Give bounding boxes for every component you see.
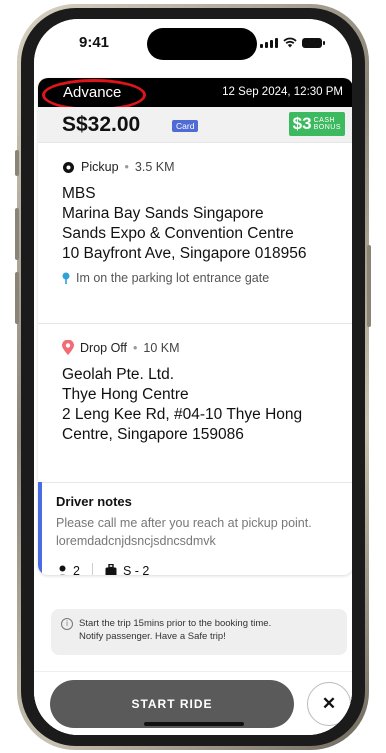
passenger-count: 2 xyxy=(73,564,80,575)
dropoff-heading: Drop Off • 10 KM xyxy=(62,340,352,355)
status-icons xyxy=(260,37,325,48)
info-line-1: Start the trip 15mins prior to the booki… xyxy=(79,618,272,629)
status-time: 9:41 xyxy=(79,34,110,51)
start-ride-button[interactable]: START RIDE xyxy=(50,680,294,728)
pickup-label: Pickup xyxy=(81,160,119,174)
booking-header: Advance 12 Sep 2024, 12:30 PM xyxy=(38,78,352,111)
fare-amount: S$32.00 xyxy=(62,113,141,136)
pickup-distance: 3.5 KM xyxy=(134,160,175,174)
meta-separator xyxy=(91,563,93,575)
phone-screen: 9:41 Advance 12 Sep 2024, 12:30 PM S$32.… xyxy=(34,19,352,735)
info-line-2: Notify passenger. Have a Safe trip! xyxy=(79,630,226,642)
driver-notes-text: Please call me after you reach at pickup… xyxy=(56,516,312,548)
mute-switch xyxy=(15,150,19,176)
home-indicator[interactable] xyxy=(144,722,244,726)
dropoff-address: Geolah Pte. Ltd. Thye Hong Centre 2 Leng… xyxy=(62,365,352,445)
luggage-count: S - 2 xyxy=(122,564,150,575)
power-button xyxy=(367,245,371,327)
location-pin-icon xyxy=(62,272,70,284)
fare-row: S$32.00 Card $3 CASH BONUS xyxy=(38,107,352,143)
status-bar: 9:41 xyxy=(34,19,352,71)
pickup-address: MBS Marina Bay Sands Singapore Sands Exp… xyxy=(62,184,352,264)
dropoff-address-line: Thye Hong Centre xyxy=(62,386,189,403)
separator-dot: • xyxy=(133,340,138,355)
pickup-note: Im on the parking lot entrance gate xyxy=(62,271,352,285)
dropoff-address-line: 2 Leng Kee Rd, #04-10 Thye Hong xyxy=(62,406,303,423)
wifi-icon xyxy=(283,37,297,48)
target-dot-icon xyxy=(63,161,74,173)
payment-method-badge: Card xyxy=(172,120,199,132)
signal-icon xyxy=(260,38,278,48)
battery-icon xyxy=(302,38,325,48)
volume-down-button xyxy=(15,272,19,324)
dropoff-address-line: Geolah Pte. Ltd. xyxy=(62,366,175,383)
dynamic-island xyxy=(147,28,257,60)
booking-datetime: 12 Sep 2024, 12:30 PM xyxy=(222,86,343,98)
trip-info-notice: i Start the trip 15mins prior to the boo… xyxy=(51,609,347,655)
dropoff-section: Drop Off • 10 KM Geolah Pte. Ltd. Thye H… xyxy=(38,340,352,445)
map-pin-icon xyxy=(62,340,74,355)
trip-meta: 2 S - 2 xyxy=(56,563,352,575)
close-icon[interactable]: ✕ xyxy=(307,682,351,726)
booking-card: Advance 12 Sep 2024, 12:30 PM S$32.00 Ca… xyxy=(38,78,352,575)
divider xyxy=(38,323,352,324)
pickup-section: Pickup • 3.5 KM MBS Marina Bay Sands Sin… xyxy=(38,160,352,285)
info-icon: i xyxy=(61,618,73,630)
pickup-note-text: Im on the parking lot entrance gate xyxy=(76,271,270,285)
luggage-icon xyxy=(105,563,117,575)
booking-type-label: Advance xyxy=(63,84,122,101)
pickup-heading: Pickup • 3.5 KM xyxy=(62,160,352,174)
person-icon xyxy=(58,565,67,575)
bonus-label-line2: BONUS xyxy=(313,124,341,131)
dropoff-distance: 10 KM xyxy=(143,340,180,355)
pickup-address-line: 10 Bayfront Ave, Singapore 018956 xyxy=(62,245,307,262)
driver-notes-title: Driver notes xyxy=(56,494,132,509)
separator-dot: • xyxy=(124,160,129,174)
bonus-amount: $3 xyxy=(292,114,312,133)
dropoff-address-line: Centre, Singapore 159086 xyxy=(62,426,244,443)
driver-notes: Driver notes Please call me after you re… xyxy=(38,482,352,575)
pickup-address-line: MBS xyxy=(62,185,96,202)
pickup-address-line: Sands Expo & Convention Centre xyxy=(62,225,294,242)
trip-content: Advance 12 Sep 2024, 12:30 PM S$32.00 Ca… xyxy=(34,71,352,735)
dropoff-label: Drop Off xyxy=(80,340,128,355)
cash-bonus-badge: $3 CASH BONUS xyxy=(288,112,345,136)
bonus-label: CASH BONUS xyxy=(314,117,341,132)
bonus-label-line1: CASH xyxy=(313,116,336,124)
pickup-address-line: Marina Bay Sands Singapore xyxy=(62,205,264,222)
volume-up-button xyxy=(15,208,19,260)
